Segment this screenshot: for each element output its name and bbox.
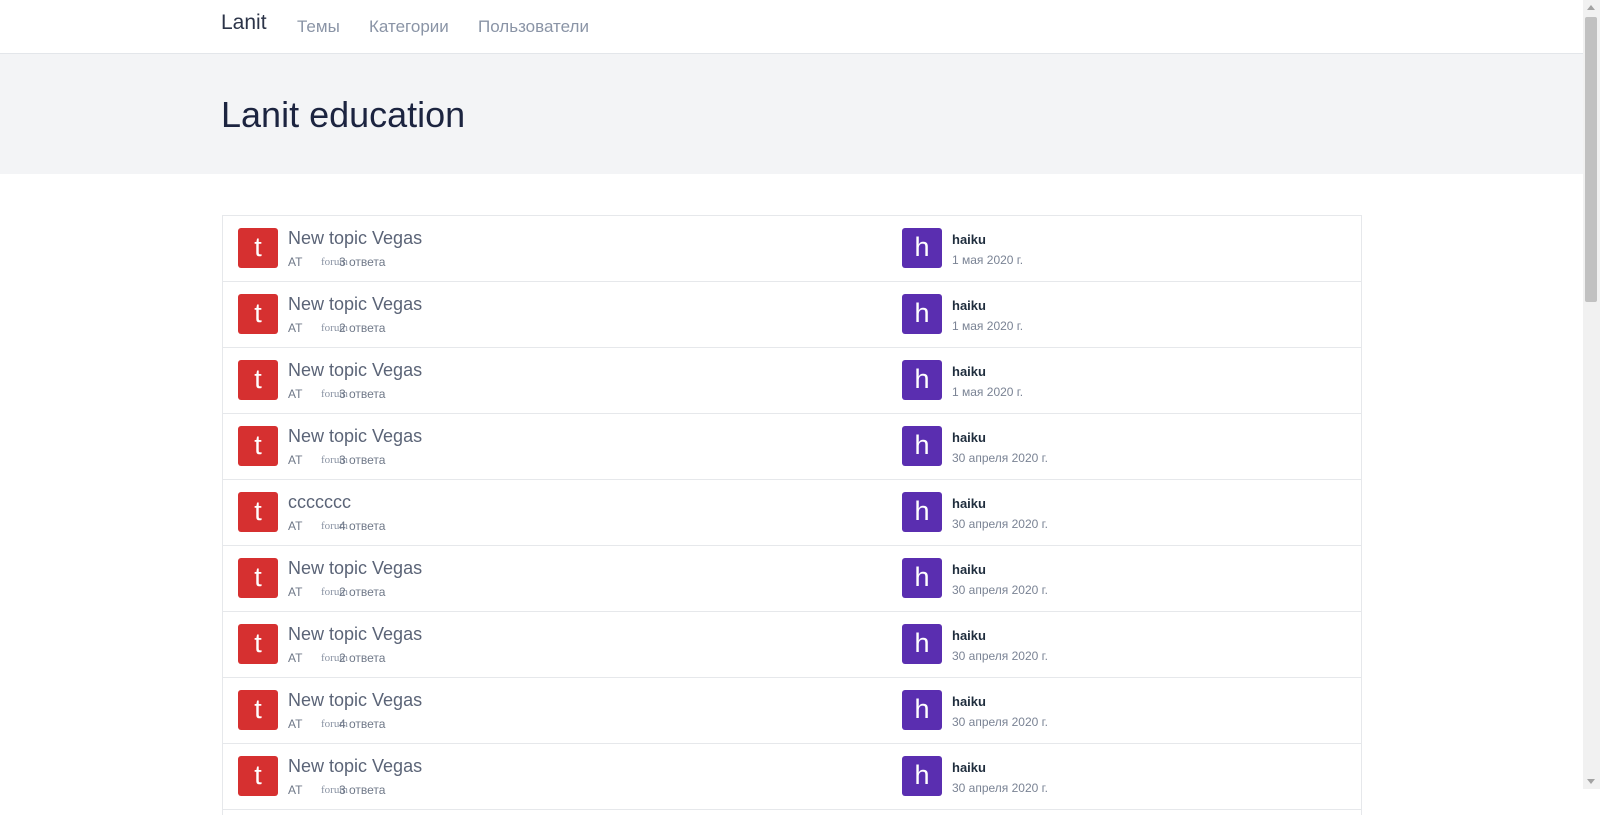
last-post-date: 30 апреля 2020 г. bbox=[952, 715, 1048, 729]
topic-row: t New topic Vegas AT forum 3 ответа h ha… bbox=[223, 414, 1361, 480]
nav-link-topics[interactable]: Темы bbox=[297, 17, 340, 37]
last-poster-username[interactable]: haiku bbox=[952, 430, 986, 445]
last-post-date: 30 апреля 2020 г. bbox=[952, 517, 1048, 531]
topic-category[interactable]: AT bbox=[288, 321, 302, 335]
last-poster-username[interactable]: haiku bbox=[952, 694, 986, 709]
user-avatar[interactable]: h bbox=[902, 360, 942, 400]
brand-link[interactable]: Lanit bbox=[221, 11, 267, 35]
topic-avatar[interactable]: t bbox=[238, 756, 278, 796]
topic-reply-count: 3 ответа bbox=[339, 453, 386, 467]
topic-avatar[interactable]: t bbox=[238, 690, 278, 730]
topic-reply-count: 3 ответа bbox=[339, 255, 386, 269]
topic-title-link[interactable]: New topic Vegas bbox=[288, 426, 422, 447]
topic-category[interactable]: AT bbox=[288, 387, 302, 401]
topic-avatar[interactable]: t bbox=[238, 360, 278, 400]
last-post-date: 1 мая 2020 г. bbox=[952, 253, 1024, 267]
topic-category[interactable]: AT bbox=[288, 717, 302, 731]
hero-banner: Lanit education bbox=[0, 54, 1583, 174]
topic-avatar[interactable]: t bbox=[238, 558, 278, 598]
vertical-scrollbar[interactable] bbox=[1583, 0, 1600, 789]
topic-title-link[interactable]: New topic Vegas bbox=[288, 756, 422, 777]
scroll-thumb[interactable] bbox=[1585, 17, 1597, 302]
topic-row: t New topic Vegas AT forum 3 ответа h ha… bbox=[223, 744, 1361, 810]
topic-title-link[interactable]: New topic Vegas bbox=[288, 558, 422, 579]
last-poster-username[interactable]: haiku bbox=[952, 364, 986, 379]
topic-row: t New topic Vegas AT forum 4 ответа h ha… bbox=[223, 678, 1361, 744]
topic-category[interactable]: AT bbox=[288, 519, 302, 533]
topic-list: t New topic Vegas AT forum 3 ответа h ha… bbox=[222, 215, 1362, 815]
topic-avatar[interactable]: t bbox=[238, 426, 278, 466]
topic-category[interactable]: AT bbox=[288, 585, 302, 599]
top-navbar: Lanit Темы Категории Пользователи bbox=[0, 0, 1583, 54]
last-post-date: 30 апреля 2020 г. bbox=[952, 583, 1048, 597]
user-avatar[interactable]: h bbox=[902, 558, 942, 598]
last-poster-username[interactable]: haiku bbox=[952, 298, 986, 313]
last-poster-username[interactable]: haiku bbox=[952, 760, 986, 775]
topic-title-link[interactable]: New topic Vegas bbox=[288, 228, 422, 249]
scroll-up-arrow-icon[interactable] bbox=[1587, 5, 1595, 10]
topic-reply-count: 4 ответа bbox=[339, 519, 386, 533]
user-avatar[interactable]: h bbox=[902, 624, 942, 664]
last-post-date: 1 мая 2020 г. bbox=[952, 319, 1024, 333]
topic-avatar[interactable]: t bbox=[238, 624, 278, 664]
last-poster-username[interactable]: haiku bbox=[952, 496, 986, 511]
topic-title-link[interactable]: New topic Vegas bbox=[288, 360, 422, 381]
last-poster-username[interactable]: haiku bbox=[952, 232, 986, 247]
topic-reply-count: 2 ответа bbox=[339, 321, 386, 335]
user-avatar[interactable]: h bbox=[902, 690, 942, 730]
topic-reply-count: 3 ответа bbox=[339, 387, 386, 401]
topic-row: t New topic Vegas AT forum 2 ответа h ha… bbox=[223, 612, 1361, 678]
last-poster-username[interactable]: haiku bbox=[952, 628, 986, 643]
last-post-date: 30 апреля 2020 г. bbox=[952, 451, 1048, 465]
user-avatar[interactable]: h bbox=[902, 492, 942, 532]
topic-row: t New topic Vegas AT forum 2 ответа h ha… bbox=[223, 546, 1361, 612]
topic-title-link[interactable]: New topic Vegas bbox=[288, 690, 422, 711]
user-avatar[interactable]: h bbox=[902, 756, 942, 796]
topic-title-link[interactable]: New topic Vegas bbox=[288, 624, 422, 645]
topic-category[interactable]: AT bbox=[288, 255, 302, 269]
topic-reply-count: 3 ответа bbox=[339, 783, 386, 797]
user-avatar[interactable]: h bbox=[902, 294, 942, 334]
topic-reply-count: 2 ответа bbox=[339, 651, 386, 665]
nav-link-categories[interactable]: Категории bbox=[369, 17, 449, 37]
user-avatar[interactable]: h bbox=[902, 426, 942, 466]
topic-row: t New topic Vegas AT forum 3 ответа h ha… bbox=[223, 348, 1361, 414]
topic-title-link[interactable]: ccccccc bbox=[288, 492, 351, 513]
topic-avatar[interactable]: t bbox=[238, 294, 278, 334]
last-post-date: 1 мая 2020 г. bbox=[952, 385, 1024, 399]
last-post-date: 30 апреля 2020 г. bbox=[952, 781, 1048, 795]
topic-row: t ccccccc AT forum 4 ответа h haiku 30 а… bbox=[223, 480, 1361, 546]
user-avatar[interactable]: h bbox=[902, 228, 942, 268]
topic-reply-count: 4 ответа bbox=[339, 717, 386, 731]
scroll-down-arrow-icon[interactable] bbox=[1587, 779, 1595, 784]
last-poster-username[interactable]: haiku bbox=[952, 562, 986, 577]
topic-reply-count: 2 ответа bbox=[339, 585, 386, 599]
topic-row: t New topic Vegas AT forum 2 ответа h ha… bbox=[223, 282, 1361, 348]
last-post-date: 30 апреля 2020 г. bbox=[952, 649, 1048, 663]
nav-link-users[interactable]: Пользователи bbox=[478, 17, 589, 37]
topic-avatar[interactable]: t bbox=[238, 228, 278, 268]
topic-category[interactable]: AT bbox=[288, 453, 302, 467]
topic-category[interactable]: AT bbox=[288, 651, 302, 665]
page-title: Lanit education bbox=[221, 94, 466, 135]
topic-title-link[interactable]: New topic Vegas bbox=[288, 294, 422, 315]
topic-category[interactable]: AT bbox=[288, 783, 302, 797]
topic-avatar[interactable]: t bbox=[238, 492, 278, 532]
topic-row: t New topic Vegas AT forum 3 ответа h ha… bbox=[223, 216, 1361, 282]
